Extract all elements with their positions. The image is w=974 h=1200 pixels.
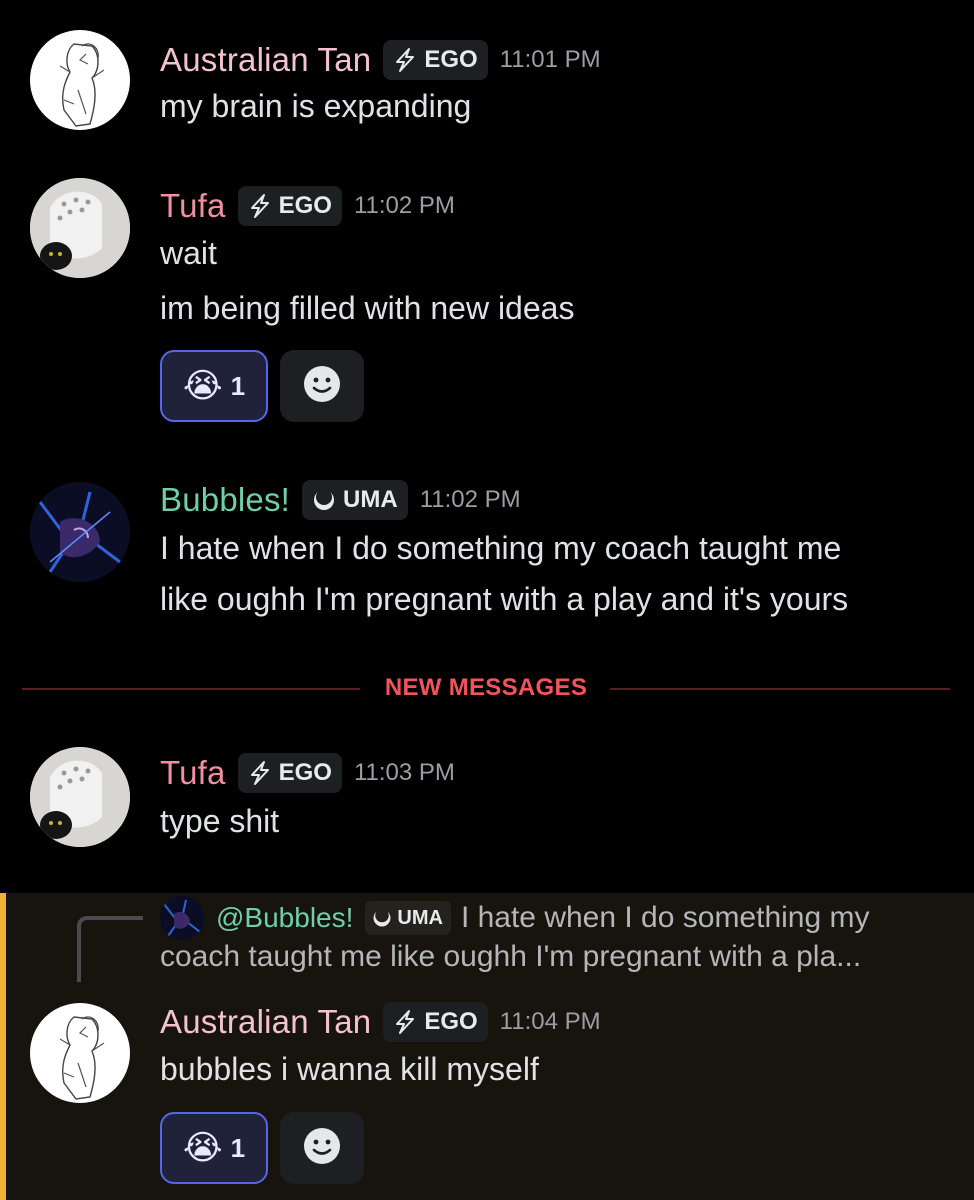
server-tag-label: EGO	[424, 1008, 478, 1035]
loudly-crying-emoji-icon: 😭	[182, 367, 223, 405]
reply-spine	[77, 916, 143, 982]
message-header: Australian Tan EGO 11:01 PM	[160, 38, 601, 82]
message-text: I hate when I do something my coach taug…	[160, 530, 842, 566]
lightning-icon	[391, 46, 419, 74]
server-tag[interactable]: EGO	[237, 186, 342, 226]
lightning-icon	[246, 759, 274, 787]
server-tag-label: EGO	[278, 192, 332, 219]
add-reaction-button[interactable]	[280, 350, 364, 422]
reactions-bar: 😭 1	[160, 350, 364, 422]
message-header: Australian Tan EGO 11:04 PM	[160, 1000, 601, 1044]
server-tag[interactable]: EGO	[237, 753, 342, 793]
loudly-crying-emoji-icon: 😭	[182, 1129, 223, 1167]
reactions-bar: 😭 1	[160, 1112, 364, 1184]
message-text: im being filled with new ideas	[160, 290, 575, 326]
reply-text: I hate when I do something my	[460, 901, 870, 934]
reply-preview[interactable]: @Bubbles! UMA I hate when I do something…	[160, 896, 870, 940]
server-tag[interactable]: UMA	[302, 480, 408, 520]
message-text: type shit	[160, 803, 280, 839]
smiley-icon	[302, 1126, 342, 1171]
reaction-loudly-crying[interactable]: 😭 1	[160, 350, 268, 422]
crescent-icon	[310, 486, 338, 514]
message-header: Tufa EGO 11:02 PM	[160, 184, 455, 228]
reply-avatar	[160, 896, 204, 940]
crescent-icon	[371, 907, 393, 929]
reply-tag-label: UMA	[397, 906, 443, 929]
timestamp: 11:03 PM	[353, 759, 455, 786]
smiley-icon	[302, 364, 342, 409]
avatar[interactable]	[30, 178, 130, 278]
avatar[interactable]	[30, 1003, 130, 1103]
timestamp: 11:04 PM	[499, 1008, 601, 1035]
reaction-count: 1	[230, 1132, 246, 1163]
message-text: wait	[160, 235, 217, 271]
reaction-loudly-crying[interactable]: 😭 1	[160, 1112, 268, 1184]
username[interactable]: Tufa	[160, 187, 226, 225]
timestamp: 11:02 PM	[419, 486, 521, 513]
reply-server-tag: UMA	[365, 901, 451, 935]
username[interactable]: Tufa	[160, 754, 226, 792]
username[interactable]: Australian Tan	[160, 41, 371, 79]
lightning-icon	[246, 192, 274, 220]
reaction-count: 1	[230, 370, 246, 401]
message-text: my brain is expanding	[160, 88, 472, 124]
reply-mention[interactable]: @Bubbles!	[216, 902, 353, 934]
username[interactable]: Australian Tan	[160, 1003, 371, 1041]
reply-text-continued: coach taught me like oughh I'm pregnant …	[160, 940, 862, 973]
username[interactable]: Bubbles!	[160, 481, 290, 519]
server-tag[interactable]: EGO	[383, 1002, 488, 1042]
server-tag[interactable]: EGO	[383, 40, 488, 80]
message-header: Bubbles! UMA 11:02 PM	[160, 478, 521, 522]
new-messages-label: NEW MESSAGES	[384, 674, 588, 701]
avatar[interactable]	[30, 747, 130, 847]
timestamp: 11:01 PM	[499, 46, 601, 73]
lightning-icon	[391, 1008, 419, 1036]
avatar[interactable]	[30, 30, 130, 130]
timestamp: 11:02 PM	[353, 192, 455, 219]
server-tag-label: UMA	[343, 486, 398, 513]
avatar[interactable]	[30, 482, 130, 582]
message-text: like oughh I'm pregnant with a play and …	[160, 581, 849, 617]
add-reaction-button[interactable]	[280, 1112, 364, 1184]
server-tag-label: EGO	[278, 759, 332, 786]
new-messages-divider: NEW MESSAGES	[22, 672, 950, 706]
server-tag-label: EGO	[424, 46, 478, 73]
message-text: bubbles i wanna kill myself	[160, 1051, 539, 1087]
message-header: Tufa EGO 11:03 PM	[160, 751, 455, 795]
